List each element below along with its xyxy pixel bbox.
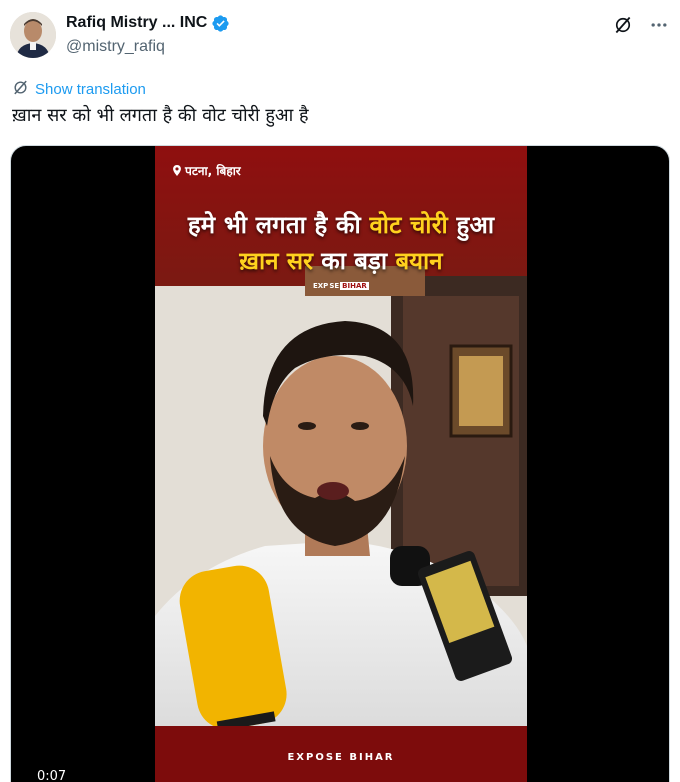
video-frame[interactable]: पटना, बिहार हमे भी लगता है की वोट चोरी ह… [155, 146, 527, 782]
user-handle[interactable]: @mistry_rafiq [66, 38, 230, 56]
tweet-text: ख़ान सर को भी लगता है की वोट चोरी हुआ है [12, 105, 309, 126]
show-translation-button[interactable]: Show translation [12, 79, 146, 100]
brand-tag-text: SE [329, 281, 340, 290]
tweet-actions [612, 14, 670, 36]
brand-tag-box: BIHAR [340, 281, 369, 290]
translate-icon [12, 79, 29, 100]
video-player[interactable]: पटना, बिहार हमे भी लगता है की वोट चोरी ह… [10, 145, 670, 782]
show-translation-label[interactable]: Show translation [35, 81, 146, 98]
headline-text: हुआ [447, 211, 495, 239]
location-tag: पटना, बिहार [169, 162, 241, 179]
location-label: पटना, बिहार [185, 164, 241, 178]
more-icon[interactable] [648, 14, 670, 36]
brand-tag-text: EXP [313, 281, 329, 290]
user-info: Rafiq Mistry ... INC @mistry_rafiq [66, 12, 230, 56]
video-headline-line1: हमे भी लगता है की वोट चोरी हुआ [155, 208, 527, 241]
location-pin-icon [173, 165, 181, 176]
headline-highlight: ख़ान सर [239, 247, 313, 275]
video-timestamp: 0:07 [33, 768, 71, 782]
tweet-card: Rafiq Mistry ... INC @mistry_rafiq Show … [0, 0, 680, 782]
video-brand-tag: EXP SE BIHAR [313, 280, 369, 291]
video-footer-brand: EXPOSE BIHAR [287, 752, 395, 763]
headline-highlight: बयान [395, 247, 443, 275]
video-headline-line2: ख़ान सर का बड़ा बयान [155, 244, 527, 277]
verified-badge-icon [211, 14, 230, 33]
display-name[interactable]: Rafiq Mistry ... INC [66, 14, 207, 32]
grok-icon[interactable] [612, 14, 634, 36]
headline-text: हमे भी लगता है की [187, 211, 370, 239]
headline-highlight: वोट चोरी [369, 211, 448, 239]
avatar[interactable] [10, 12, 56, 58]
headline-text: का बड़ा [312, 247, 396, 275]
